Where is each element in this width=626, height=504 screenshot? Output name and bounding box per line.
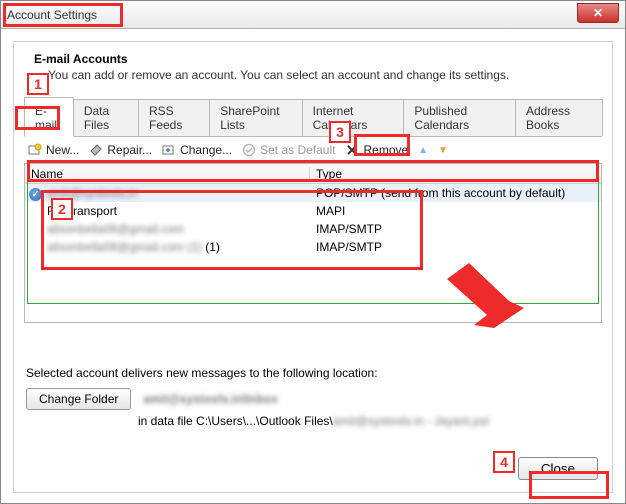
annotation-number-1: 1 bbox=[27, 73, 49, 95]
account-row[interactable]: ✓ amit@systools.in POP/SMTP (send from t… bbox=[25, 184, 601, 202]
dialog-body: E-mail Accounts You can add or remove an… bbox=[13, 41, 613, 493]
tab-email[interactable]: E-mail bbox=[24, 97, 74, 137]
section-subtext: You can add or remove an account. You ca… bbox=[48, 68, 598, 82]
repair-button[interactable]: Repair... bbox=[89, 143, 152, 157]
tab-published-calendars[interactable]: Published Calendars bbox=[403, 99, 516, 136]
repair-label: Repair... bbox=[107, 143, 152, 157]
toolbar: New... Repair... Change... Set as Defaul… bbox=[24, 137, 602, 163]
change-icon bbox=[162, 143, 176, 157]
delivery-location: amit@systools.in\Inbox bbox=[143, 392, 277, 406]
annotation-number-2: 2 bbox=[51, 198, 73, 220]
move-down-button[interactable]: ▼ bbox=[438, 145, 448, 156]
tab-data-files[interactable]: Data Files bbox=[73, 99, 139, 136]
default-account-icon: ✓ bbox=[29, 188, 42, 201]
tab-rss-feeds[interactable]: RSS Feeds bbox=[138, 99, 210, 136]
annotation-number-4: 4 bbox=[493, 451, 515, 473]
arrow-down-icon: ▼ bbox=[438, 145, 448, 156]
remove-label: Remove bbox=[363, 143, 408, 157]
tab-address-books[interactable]: Address Books bbox=[515, 99, 603, 136]
set-default-label: Set as Default bbox=[260, 143, 335, 157]
change-label: Change... bbox=[180, 143, 232, 157]
new-button[interactable]: New... bbox=[28, 143, 79, 157]
section-heading: E-mail Accounts bbox=[34, 52, 598, 66]
annotation-number-3: 3 bbox=[329, 121, 351, 143]
set-default-button[interactable]: Set as Default bbox=[242, 143, 335, 157]
account-type: IMAP/SMTP bbox=[310, 240, 601, 254]
account-type: IMAP/SMTP bbox=[310, 222, 601, 236]
remove-button[interactable]: Remove bbox=[345, 143, 408, 157]
title-bar: Account Settings ✕ bbox=[1, 1, 625, 29]
accounts-list: Name Type ✓ amit@systools.in POP/SMTP (s… bbox=[24, 163, 602, 323]
close-icon: ✕ bbox=[593, 6, 603, 20]
account-name: alisonbella08@gmail.com bbox=[47, 222, 184, 236]
change-folder-button[interactable]: Change Folder bbox=[26, 388, 131, 410]
tab-strip: E-mail Data Files RSS Feeds SharePoint L… bbox=[24, 96, 602, 137]
account-row[interactable]: F il Transport MAPI bbox=[25, 202, 601, 220]
tab-internet-calendars[interactable]: Internet Calendars bbox=[302, 99, 405, 136]
remove-icon bbox=[345, 143, 359, 157]
delivery-info: Selected account delivers new messages t… bbox=[26, 366, 606, 428]
window-title: Account Settings bbox=[7, 8, 97, 22]
account-row[interactable]: alisonbella08@gmail.com IMAP/SMTP bbox=[25, 220, 601, 238]
window-close-button[interactable]: ✕ bbox=[577, 3, 619, 23]
datafile-path: in data file C:\Users\...\Outlook Files\ bbox=[138, 414, 333, 428]
account-settings-window: Account Settings ✕ E-mail Accounts You c… bbox=[0, 0, 626, 504]
datafile-name: amit@systools.in - Jayant.pst bbox=[333, 414, 489, 428]
account-type: POP/SMTP (send from this account by defa… bbox=[310, 186, 601, 200]
account-name: alisonbella08@gmail.com (1) bbox=[47, 240, 202, 254]
account-name-suffix: (1) bbox=[205, 240, 220, 254]
new-icon bbox=[28, 143, 42, 157]
change-button[interactable]: Change... bbox=[162, 143, 232, 157]
column-headers: Name Type bbox=[25, 164, 601, 184]
column-type[interactable]: Type bbox=[310, 167, 601, 181]
tab-sharepoint-lists[interactable]: SharePoint Lists bbox=[209, 99, 302, 136]
new-label: New... bbox=[46, 143, 79, 157]
account-row[interactable]: alisonbella08@gmail.com (1) (1) IMAP/SMT… bbox=[25, 238, 601, 256]
delivers-label: Selected account delivers new messages t… bbox=[26, 366, 606, 380]
column-name[interactable]: Name bbox=[25, 167, 310, 181]
repair-icon bbox=[89, 143, 103, 157]
check-circle-icon bbox=[242, 143, 256, 157]
close-button[interactable]: Close bbox=[518, 457, 598, 480]
move-up-button[interactable]: ▲ bbox=[418, 145, 428, 156]
account-type: MAPI bbox=[310, 204, 601, 218]
arrow-up-icon: ▲ bbox=[418, 145, 428, 156]
